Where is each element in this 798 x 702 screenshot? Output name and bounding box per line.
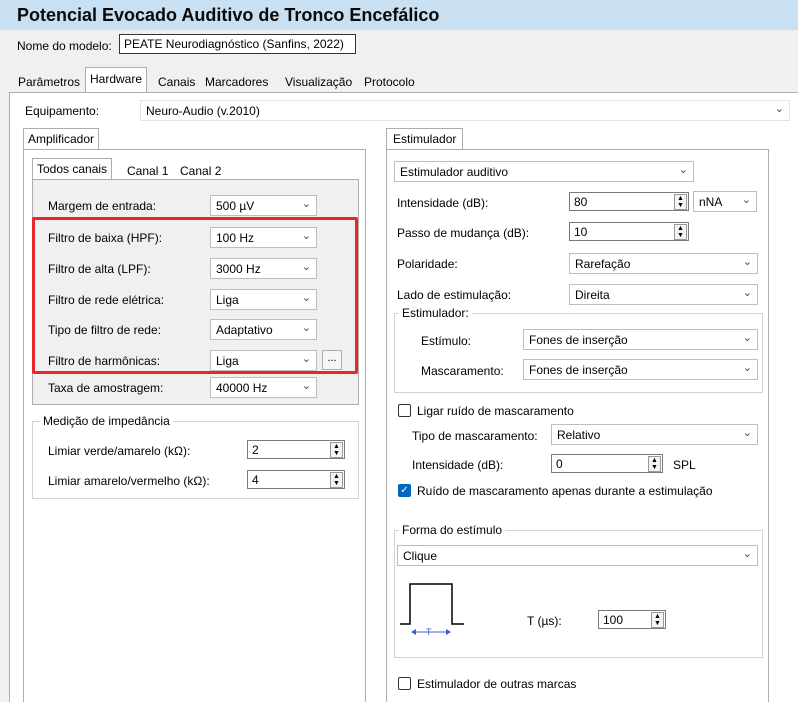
model-name-label: Nome do modelo: [17, 39, 112, 53]
intensity-unit-value: nNA [699, 195, 723, 209]
sample-rate-label: Taxa de amostragem: [48, 381, 164, 395]
shape-select[interactable]: Clique ⌄ [397, 545, 758, 566]
chevron-down-icon: ⌄ [742, 548, 752, 560]
tab-protocolo[interactable]: Protocolo [359, 71, 420, 93]
stimulus-select[interactable]: Fones de inserção ⌄ [523, 329, 758, 350]
spin-arrows-icon[interactable]: ▲ ▼ [330, 442, 343, 458]
input-range-select[interactable]: 500 µV ⌄ [210, 195, 317, 216]
step-label: Passo de mudança (dB): [397, 226, 530, 240]
input-range-label: Margem de entrada: [48, 199, 157, 213]
spin-arrows-icon[interactable]: ▲ ▼ [674, 224, 687, 240]
side-select[interactable]: Direita ⌄ [569, 284, 758, 305]
equipment-label: Equipamento: [25, 104, 100, 118]
sample-rate-select[interactable]: 40000 Hz ⌄ [210, 377, 317, 398]
noise-intensity-label: Intensidade (dB): [412, 458, 504, 472]
tab-estimulador[interactable]: Estimulador [386, 128, 464, 150]
chevron-down-icon: ⌄ [741, 194, 751, 206]
noise-intensity-unit: SPL [673, 458, 696, 472]
spin-arrows-icon[interactable]: ▲ ▼ [648, 456, 661, 472]
polarity-label: Polaridade: [397, 257, 458, 271]
spin-arrows-icon[interactable]: ▲ ▼ [330, 472, 343, 488]
chevron-down-icon: ⌄ [742, 287, 752, 299]
spin-arrows-icon[interactable]: ▲ ▼ [651, 612, 664, 628]
equipment-value: Neuro-Audio (v.2010) [146, 104, 260, 118]
noise-type-value: Relativo [557, 428, 601, 442]
shape-value: Clique [403, 549, 438, 563]
noise-only-checkbox[interactable]: ✓ [398, 484, 411, 497]
model-name-input[interactable]: PEATE Neurodiagnóstico (Sanfins, 2022) [119, 34, 356, 54]
step-input[interactable]: 10 ▲ ▼ [569, 222, 689, 241]
masking-select[interactable]: Fones de inserção ⌄ [523, 359, 758, 380]
chevron-down-icon: ⌄ [742, 332, 752, 344]
impedance-title: Medição de impedância [40, 414, 173, 428]
waveform-t-label: T [426, 627, 432, 637]
yellow-red-input[interactable]: 4 ▲ ▼ [247, 470, 345, 489]
masking-label: Mascaramento: [421, 364, 504, 378]
stimulus-value: Fones de inserção [529, 333, 628, 347]
tab-visualizacao[interactable]: Visualização [280, 71, 357, 93]
noise-type-label: Tipo de mascaramento: [412, 429, 538, 443]
click-waveform-icon: T [400, 583, 464, 637]
side-label: Lado de estimulação: [397, 288, 512, 302]
stimulus-label: Estímulo: [421, 334, 472, 348]
intensity-value: 80 [574, 195, 588, 209]
chevron-down-icon: ⌄ [742, 427, 752, 439]
highlight-box [32, 217, 358, 374]
stimulator-type-value: Estimulador auditivo [400, 165, 509, 179]
chevron-down-icon: ⌄ [774, 103, 784, 115]
tab-marcadores[interactable]: Marcadores [200, 71, 273, 93]
noise-only-label: Ruído de mascaramento apenas durante a e… [417, 484, 713, 498]
spin-arrows-icon[interactable]: ▲ ▼ [674, 194, 687, 210]
polarity-value: Rarefação [575, 257, 631, 271]
equipment-select[interactable]: Neuro-Audio (v.2010) ⌄ [140, 100, 790, 121]
noise-intensity-value: 0 [556, 457, 563, 471]
window-title: Potencial Evocado Auditivo de Tronco Enc… [17, 5, 440, 25]
chevron-down-icon: ⌄ [301, 380, 311, 392]
noise-intensity-input[interactable]: 0 ▲ ▼ [551, 454, 663, 473]
other-brands-label: Estimulador de outras marcas [417, 677, 577, 691]
model-name-value: PEATE Neurodiagnóstico (Sanfins, 2022) [124, 37, 344, 51]
chevron-down-icon: ⌄ [742, 256, 752, 268]
chevron-down-icon: ⌄ [301, 198, 311, 210]
t-label: T (µs): [527, 614, 562, 628]
green-yellow-value: 2 [252, 443, 259, 457]
tab-todos-canais[interactable]: Todos canais [32, 158, 113, 180]
other-brands-checkbox[interactable] [398, 677, 411, 690]
chevron-down-icon: ⌄ [678, 164, 688, 176]
tab-hardware[interactable]: Hardware [85, 67, 148, 93]
green-yellow-label: Limiar verde/amarelo (kΩ): [48, 444, 191, 458]
stimulator-type-select[interactable]: Estimulador auditivo ⌄ [394, 161, 694, 182]
shape-title: Forma do estímulo [399, 523, 506, 537]
tab-amplificador[interactable]: Amplificador [23, 128, 100, 150]
yellow-red-label: Limiar amarelo/vermelho (kΩ): [48, 474, 210, 488]
intensity-input[interactable]: 80 ▲ ▼ [569, 192, 689, 211]
chevron-down-icon: ⌄ [742, 362, 752, 374]
t-value: 100 [603, 613, 624, 627]
masking-value: Fones de inserção [529, 363, 628, 377]
side-value: Direita [575, 288, 610, 302]
sub-stimulator-title: Estimulador: [399, 306, 472, 320]
noise-type-select[interactable]: Relativo ⌄ [551, 424, 758, 445]
noise-checkbox[interactable] [398, 404, 411, 417]
tab-canais[interactable]: Canais [153, 71, 200, 93]
polarity-select[interactable]: Rarefação ⌄ [569, 253, 758, 274]
green-yellow-input[interactable]: 2 ▲ ▼ [247, 440, 345, 459]
intensity-label: Intensidade (dB): [397, 196, 489, 210]
intensity-unit-select[interactable]: nNA ⌄ [693, 191, 757, 212]
input-range-value: 500 µV [216, 199, 255, 213]
sub-stimulator-group [394, 313, 763, 393]
step-value: 10 [574, 225, 588, 239]
title-bar: Potencial Evocado Auditivo de Tronco Enc… [0, 0, 798, 30]
yellow-red-value: 4 [252, 473, 259, 487]
t-input[interactable]: 100 ▲ ▼ [598, 610, 666, 629]
noise-checkbox-label: Ligar ruído de mascaramento [417, 404, 574, 418]
sample-rate-value: 40000 Hz [216, 381, 268, 395]
tab-parametros[interactable]: Parâmetros [13, 71, 85, 93]
